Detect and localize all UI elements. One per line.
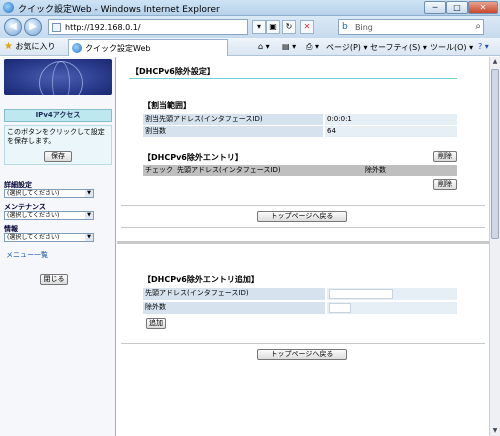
- forward-button[interactable]: ▶: [24, 18, 42, 36]
- menu-info: 情報 (選択してください) ▼: [4, 225, 112, 242]
- info-select[interactable]: (選択してください) ▼: [4, 233, 94, 242]
- page-menu-label: ページ(P): [326, 43, 361, 52]
- header-address: 先頭アドレス(インタフェースID): [177, 166, 281, 174]
- exclusion-section-title: 【DHCPv6除外エントリ】: [143, 153, 243, 162]
- scroll-down-icon[interactable]: ▼: [490, 426, 500, 436]
- maintenance-select[interactable]: (選択してください) ▼: [4, 211, 94, 220]
- divider: [121, 343, 485, 344]
- range-count-value: 64: [325, 126, 457, 137]
- ie-icon: [3, 2, 14, 13]
- safety-menu[interactable]: セーフティ(S) ▾: [370, 42, 427, 53]
- safety-menu-label: セーフティ(S): [370, 43, 421, 52]
- address-bar: ◀ ▶ http://192.168.0.1/ ▾ ▣ ↻ ✕ b Bing ⌕: [0, 16, 500, 38]
- back-to-top-button[interactable]: トップページへ戻る: [257, 211, 347, 222]
- favorites-label: お気に入り: [15, 42, 56, 51]
- title-bar: クイック設定Web - Windows Internet Explorer ─ …: [0, 0, 500, 16]
- search-icon[interactable]: ⌕: [475, 21, 481, 32]
- range-section-title: 【割当範囲】: [143, 101, 191, 110]
- range-start-value: 0:0:0:1: [325, 114, 457, 125]
- stop-icon[interactable]: ✕: [300, 20, 314, 34]
- delete-button[interactable]: 削除: [433, 151, 457, 162]
- dropdown-icon[interactable]: ▾: [252, 20, 266, 34]
- divider: [121, 227, 485, 228]
- refresh-icon[interactable]: ↻: [282, 20, 296, 34]
- print-icon[interactable]: ⎙ ▾: [306, 42, 319, 52]
- url-text: http://192.168.0.1/: [65, 23, 141, 32]
- menu-maintenance: メンテナンス (選択してください) ▼: [4, 203, 112, 220]
- save-button[interactable]: 保存: [44, 151, 72, 162]
- info-select-value: (選択してください): [7, 234, 60, 241]
- chevron-down-icon: ▼: [85, 212, 93, 219]
- help-label: ?: [478, 42, 483, 51]
- close-button[interactable]: 閉じる: [40, 274, 68, 285]
- scrollbar[interactable]: ▲ ▼: [489, 57, 500, 436]
- maintenance-select-value: (選択してください): [7, 212, 60, 219]
- add-count-label: 除外数: [143, 302, 325, 314]
- tools-menu[interactable]: ツール(O) ▾: [430, 42, 473, 53]
- command-bar: ★ お気に入り クイック設定Web ⌂ ▾ ▤ ▾ ⎙ ▾ ページ(P) ▾ セ…: [0, 38, 500, 56]
- compatibility-icon[interactable]: ▣: [266, 20, 280, 34]
- tab-title: クイック設定Web: [85, 44, 151, 53]
- range-start-label: 割当先頭アドレス(インタフェースID): [143, 114, 323, 125]
- save-description: このボタンをクリックして設定を保存します。: [7, 128, 105, 145]
- scroll-up-icon[interactable]: ▲: [490, 57, 500, 67]
- add-address-cell: [327, 288, 457, 300]
- back-button[interactable]: ◀: [4, 18, 22, 36]
- save-panel: このボタンをクリックして設定を保存します。 保存: [4, 125, 112, 165]
- window-title: クイック設定Web - Windows Internet Explorer: [18, 5, 220, 15]
- feeds-icon[interactable]: ▤ ▾: [282, 42, 296, 51]
- tab-ie-icon: [72, 43, 82, 53]
- search-placeholder: Bing: [355, 23, 373, 32]
- menu-advanced: 詳細設定 (選択してください) ▼: [4, 181, 112, 198]
- menu-label-advanced: 詳細設定: [4, 181, 32, 189]
- url-field[interactable]: http://192.168.0.1/: [48, 19, 248, 35]
- sidebar: IPv4アクセス このボタンをクリックして設定を保存します。 保存 詳細設定 (…: [0, 57, 116, 436]
- add-button[interactable]: 追加: [146, 318, 166, 329]
- divider: [121, 205, 485, 206]
- page-title: 【DHCPv6除外設定】: [129, 65, 457, 79]
- count-input[interactable]: [329, 303, 351, 313]
- delete-button-bottom[interactable]: 削除: [433, 179, 457, 190]
- back-to-top-button-2[interactable]: トップページへ戻る: [257, 349, 347, 360]
- bing-icon: b: [342, 22, 348, 32]
- add-address-label: 先頭アドレス(インタフェースID): [143, 288, 325, 300]
- menu-list-link[interactable]: メニュー一覧: [6, 250, 48, 260]
- browser-tab[interactable]: クイック設定Web: [68, 39, 228, 56]
- add-count-cell: [327, 302, 457, 314]
- menu-label-info: 情報: [4, 225, 18, 233]
- home-icon[interactable]: ⌂ ▾: [258, 42, 270, 51]
- main-content: 【DHCPv6除外設定】 【割当範囲】 割当先頭アドレス(インタフェースID) …: [117, 57, 489, 436]
- tools-menu-label: ツール(O): [430, 43, 467, 52]
- range-count-label: 割当数: [143, 126, 323, 137]
- header-check: チェック: [145, 166, 173, 174]
- advanced-select-value: (選択してください): [7, 190, 60, 197]
- address-input[interactable]: [329, 289, 393, 299]
- chevron-down-icon: ▼: [85, 234, 93, 241]
- range-row: 割当先頭アドレス(インタフェースID) 0:0:0:1: [143, 114, 457, 125]
- frame-separator: [117, 241, 489, 244]
- menu-label-maintenance: メンテナンス: [4, 203, 46, 211]
- range-row: 割当数 64: [143, 126, 457, 137]
- add-row: 先頭アドレス(インタフェースID): [143, 288, 457, 300]
- chevron-down-icon: ▼: [85, 190, 93, 197]
- minimize-button[interactable]: ─: [424, 1, 446, 14]
- advanced-select[interactable]: (選択してください) ▼: [4, 189, 94, 198]
- search-field[interactable]: b Bing ⌕: [338, 19, 484, 35]
- favorites-button[interactable]: ★ お気に入り: [4, 41, 56, 52]
- exclusion-table-header: チェック 先頭アドレス(インタフェースID) 除外数: [143, 165, 457, 176]
- scroll-thumb[interactable]: [491, 69, 499, 239]
- help-icon[interactable]: ? ▾: [478, 42, 489, 51]
- page-icon: [52, 23, 61, 32]
- ipv4-access-button[interactable]: IPv4アクセス: [4, 109, 112, 122]
- maximize-button[interactable]: □: [446, 1, 468, 14]
- add-section-title: 【DHCPv6除外エントリ追加】: [143, 275, 259, 284]
- star-icon: ★: [4, 41, 13, 52]
- page-menu[interactable]: ページ(P) ▾: [326, 42, 367, 53]
- header-count: 除外数: [365, 166, 386, 174]
- add-row: 除外数: [143, 302, 457, 314]
- close-window-button[interactable]: ✕: [468, 1, 498, 14]
- globe-logo: [4, 59, 112, 95]
